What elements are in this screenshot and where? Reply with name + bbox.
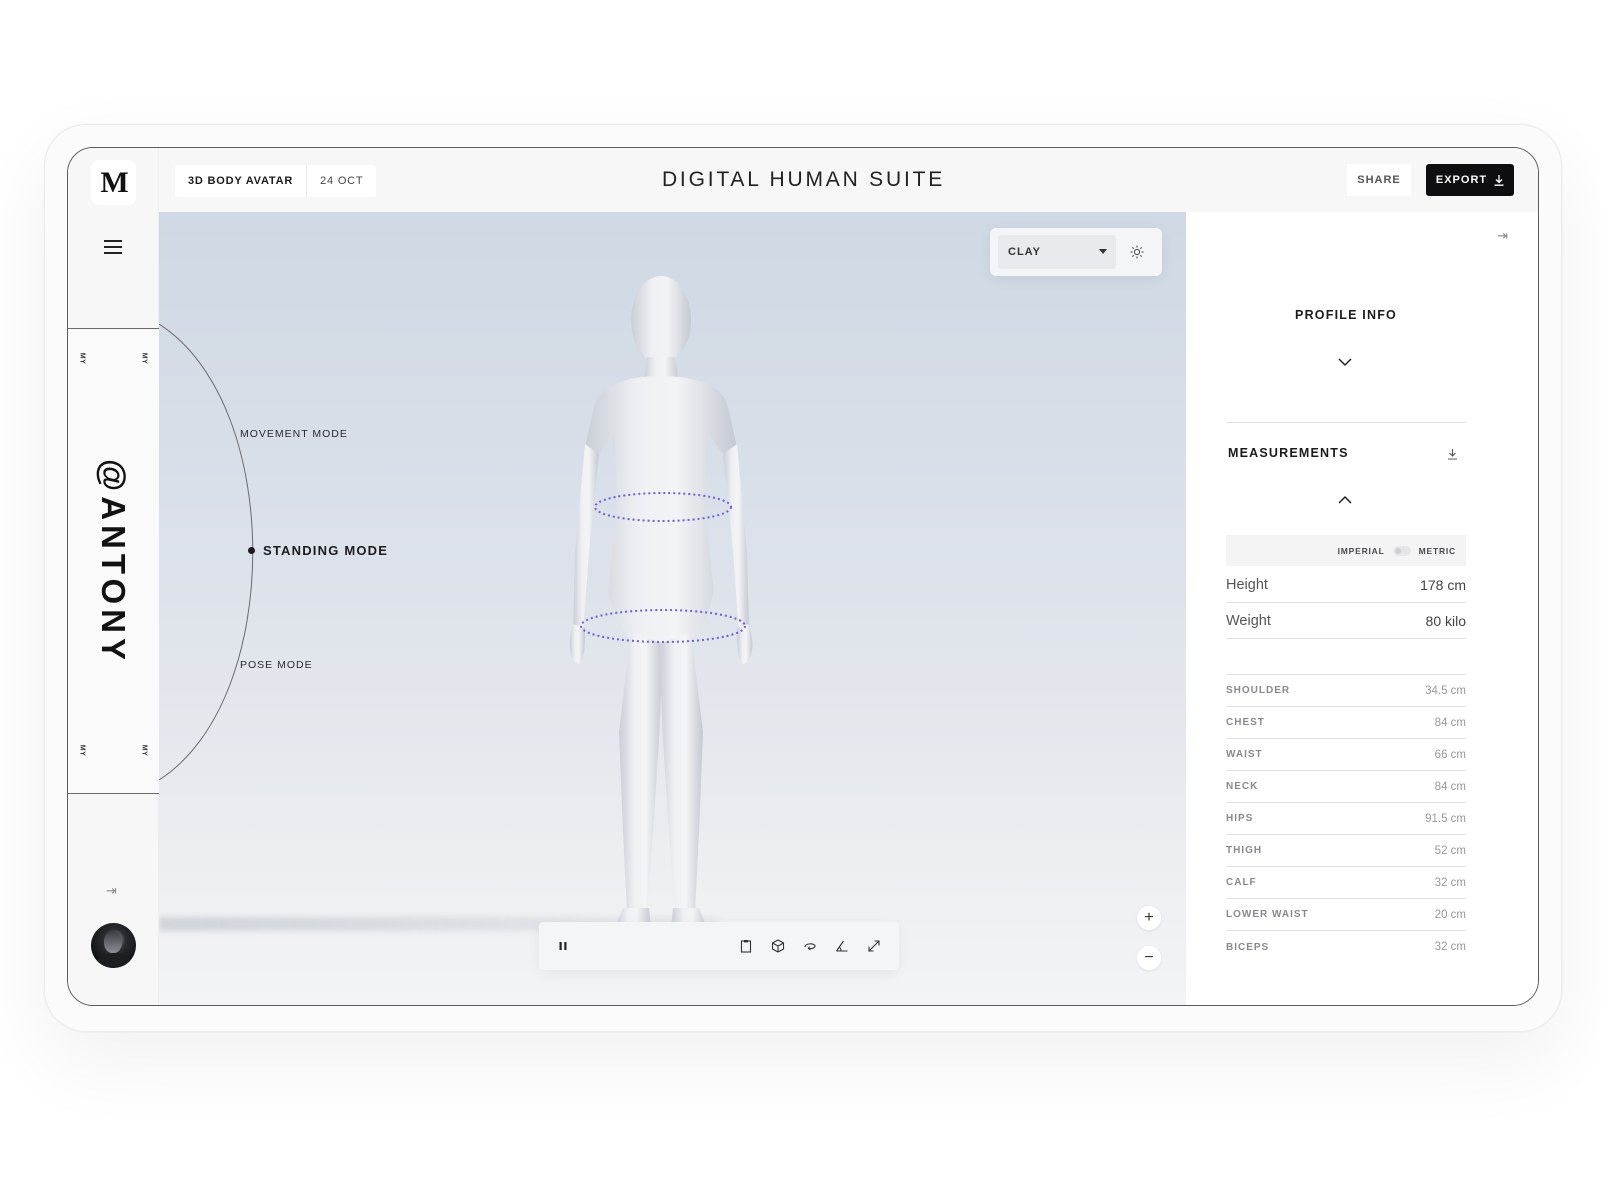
divider — [1226, 422, 1466, 423]
expand-icon[interactable] — [866, 938, 882, 954]
share-button[interactable]: SHARE — [1347, 164, 1411, 196]
measure-value: 178 cm — [1420, 576, 1466, 593]
lighting-icon[interactable] — [1130, 245, 1144, 259]
list-item: CHEST 84 cm — [1226, 707, 1466, 739]
avatar-viewport[interactable]: MOVEMENT MODE STANDING MODE POSE MODE CL… — [159, 212, 1186, 1005]
zoom-out-button[interactable]: − — [1137, 946, 1161, 970]
user-tag: MY — [140, 352, 148, 365]
active-mode-indicator — [248, 547, 255, 554]
clipboard-icon[interactable] — [738, 938, 754, 954]
material-value: CLAY — [1008, 246, 1041, 258]
measure-row-weight: Weight 80 kilo — [1226, 603, 1466, 639]
app-window: M MY MY MY MY @ANTONY ⇥ 3D BODY AVATAR 2… — [67, 147, 1539, 1006]
mode-standing[interactable]: STANDING MODE — [263, 543, 388, 558]
unit-toggle-bar: IMPERIAL METRIC — [1226, 535, 1466, 566]
viewport-toolbar — [539, 922, 899, 970]
left-rail: M MY MY MY MY @ANTONY ⇥ — [68, 148, 159, 1005]
measure-row-height: Height 178 cm — [1226, 567, 1466, 603]
angle-icon[interactable] — [834, 938, 850, 954]
profile-info-title[interactable]: PROFILE INFO — [1226, 308, 1466, 322]
measurements-title[interactable]: MEASUREMENTS — [1228, 446, 1349, 460]
list-item: LOWER WAIST 20 cm — [1226, 899, 1466, 931]
unit-imperial[interactable]: IMPERIAL — [1338, 546, 1385, 556]
mode-selector-arc — [159, 324, 254, 780]
avatar[interactable] — [91, 923, 136, 968]
measure-label: Weight — [1226, 612, 1271, 629]
user-tag: MY — [140, 744, 148, 757]
unit-metric[interactable]: METRIC — [1419, 546, 1456, 556]
list-item: BICEPS 32 cm — [1226, 941, 1466, 953]
user-panel: MY MY MY MY @ANTONY — [68, 328, 159, 794]
caret-down-icon — [1099, 249, 1107, 254]
list-item: CALF 32 cm — [1226, 867, 1466, 899]
export-label: EXPORT — [1435, 174, 1488, 186]
list-item: SHOULDER 34.5 cm — [1226, 675, 1466, 707]
list-item: HIPS 91.5 cm — [1226, 803, 1466, 835]
menu-icon[interactable] — [104, 240, 122, 254]
export-button[interactable]: EXPORT — [1426, 164, 1514, 196]
chevron-down-icon[interactable] — [1337, 357, 1353, 367]
unit-toggle-switch[interactable] — [1392, 545, 1411, 556]
list-item: WAIST 66 cm — [1226, 739, 1466, 771]
app-title: DIGITAL HUMAN SUITE — [661, 168, 946, 191]
list-item: NECK 84 cm — [1226, 771, 1466, 803]
zoom-in-button[interactable]: + — [1137, 906, 1161, 930]
rotate-icon[interactable] — [802, 938, 818, 954]
mode-pose[interactable]: POSE MODE — [240, 659, 313, 671]
user-handle: @ANTONY — [95, 459, 132, 665]
collapse-panel-icon[interactable]: ⇥ — [1497, 228, 1508, 244]
download-icon — [1494, 174, 1504, 186]
avatar-model[interactable] — [539, 272, 779, 932]
material-select[interactable]: CLAY — [998, 235, 1116, 269]
measure-label: Height — [1226, 576, 1268, 593]
measurement-list: SHOULDER 34.5 cm CHEST 84 cm WAIST 66 cm NE… — [1226, 674, 1466, 963]
download-icon[interactable] — [1447, 448, 1458, 460]
cube-icon[interactable] — [770, 938, 786, 954]
measure-value: 80 kilo — [1425, 612, 1466, 629]
material-panel: CLAY — [990, 228, 1162, 276]
user-tag: MY — [78, 352, 86, 365]
user-tag: MY — [78, 744, 86, 757]
expand-sidebar-icon[interactable]: ⇥ — [106, 883, 117, 899]
mode-movement[interactable]: MOVEMENT MODE — [240, 428, 348, 440]
right-panel: ⇥ PROFILE INFO MEASUREMENTS IMPERIAL MET… — [1186, 212, 1538, 1005]
chevron-up-icon[interactable] — [1337, 495, 1353, 505]
pause-icon[interactable] — [555, 938, 571, 954]
list-item: THIGH 52 cm — [1226, 835, 1466, 867]
top-bar: 3D BODY AVATAR 24 OCT DIGITAL HUMAN SUIT… — [159, 148, 1538, 212]
